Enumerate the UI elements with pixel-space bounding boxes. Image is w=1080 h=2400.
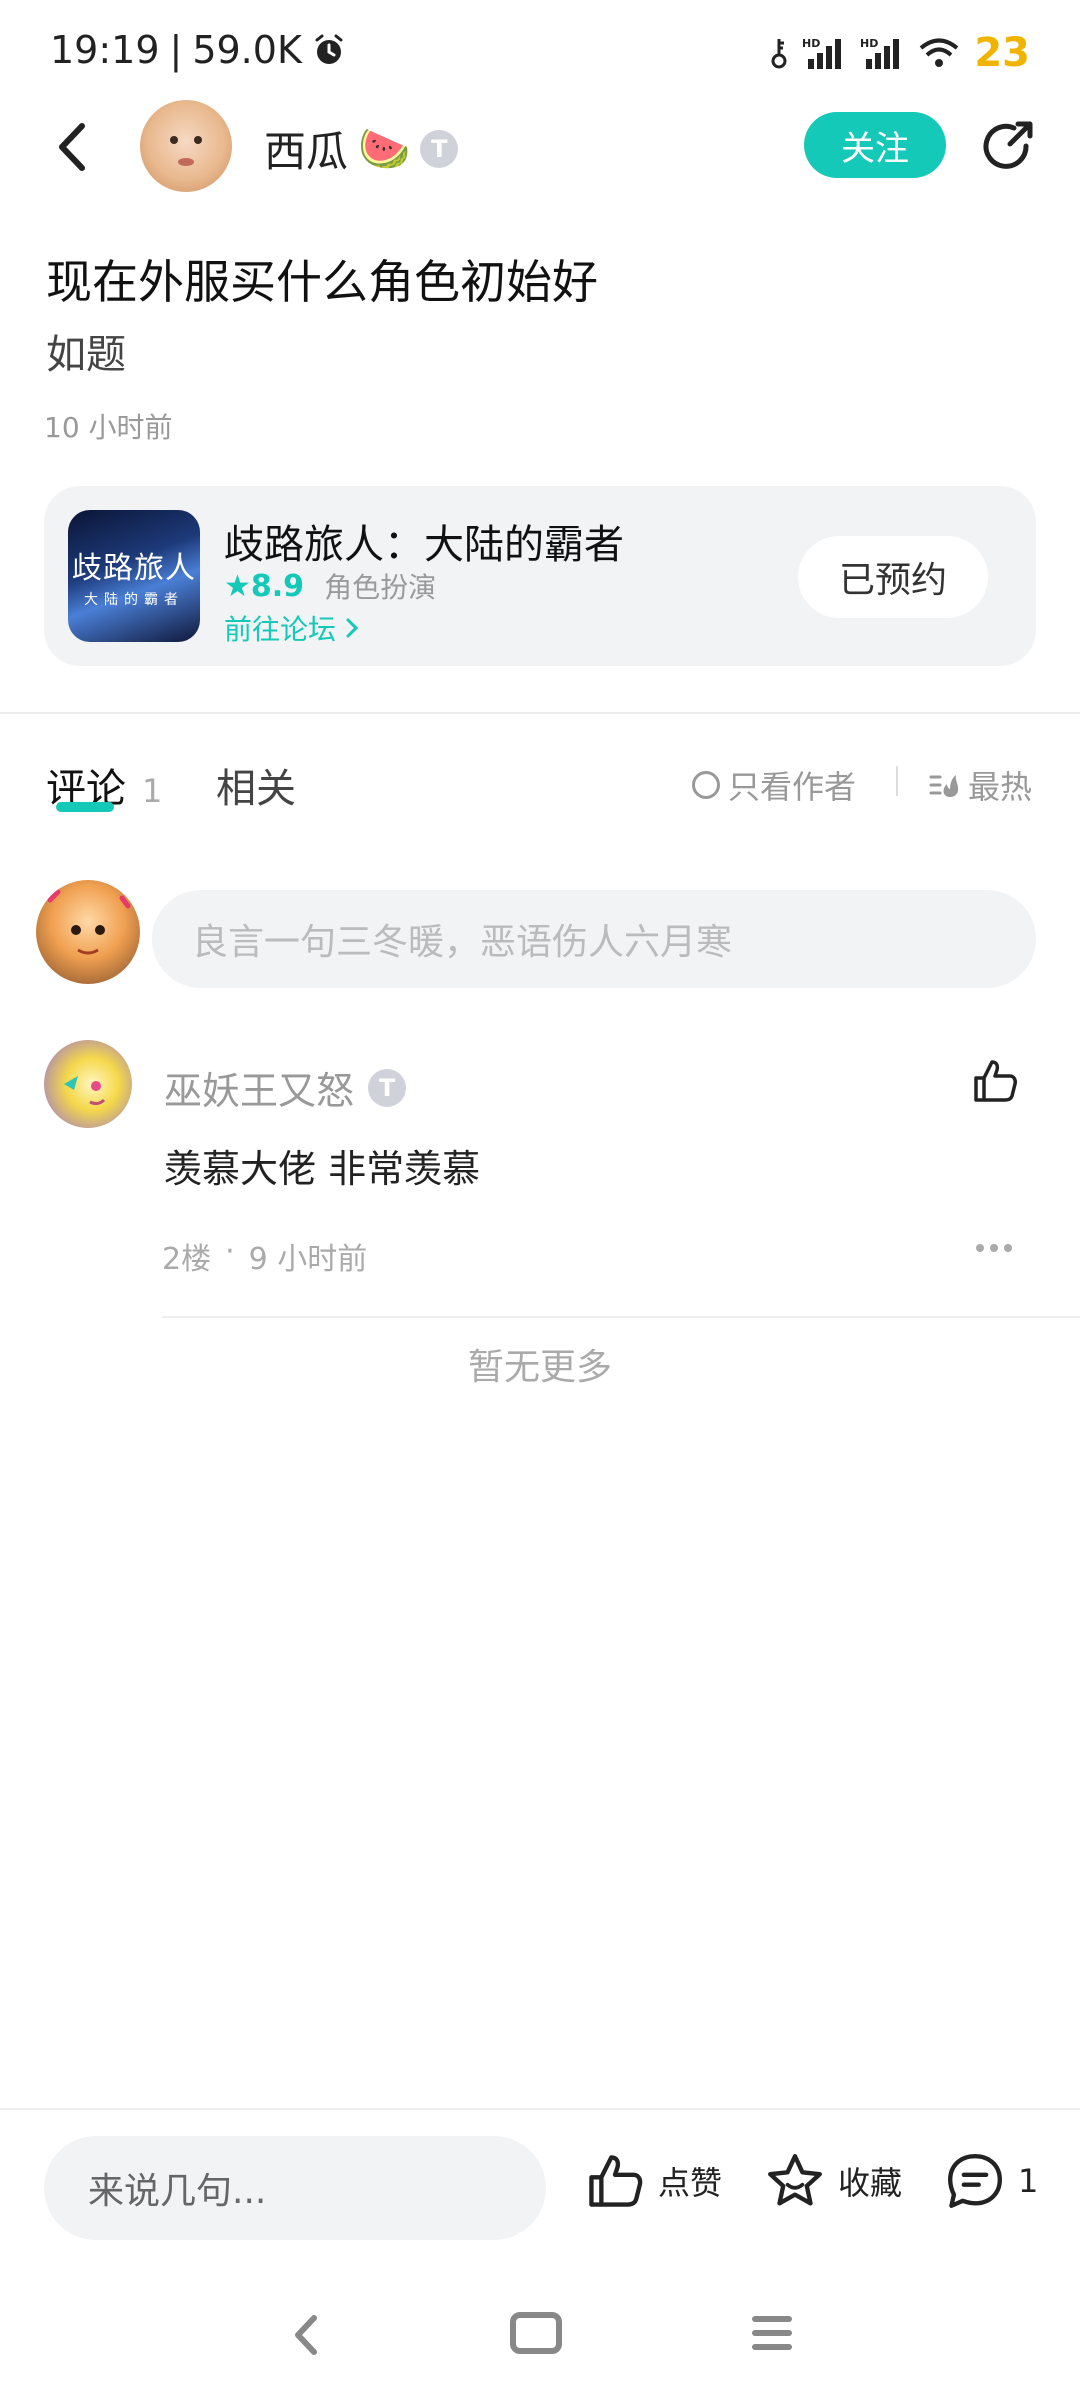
game-rating: ★8.9 — [224, 568, 305, 604]
thumbs-up-icon — [589, 2155, 643, 2207]
comments-button[interactable]: 1 — [944, 2150, 1038, 2212]
sort-hot-label[interactable]: 最热 — [968, 762, 1032, 808]
more-options-icon[interactable] — [976, 1244, 1016, 1254]
post-title: 现在外服买什么角色初始好 — [46, 255, 598, 309]
comment-divider — [162, 1316, 1080, 1318]
reserve-button[interactable]: 已预约 — [798, 536, 988, 618]
post-body: 如题 — [46, 332, 126, 378]
forum-link[interactable]: 前往论坛 — [224, 608, 360, 648]
star-icon: ★ — [224, 568, 251, 604]
commenter-avatar[interactable] — [44, 1040, 132, 1128]
say-input[interactable]: 来说几句... — [44, 2136, 546, 2240]
radio-circle-icon[interactable] — [692, 771, 720, 799]
comment-floor: 2楼 — [162, 1242, 212, 1277]
chevron-right-icon — [346, 618, 359, 638]
status-time: 19:19 — [50, 28, 160, 72]
commenter-level-badge: T — [368, 1068, 407, 1107]
favorite-button[interactable]: 收藏 — [764, 2150, 902, 2212]
status-bar-left: 19:19 | 59.0K — [50, 28, 346, 72]
game-icon[interactable]: 歧路旅人 大陆的霸者 — [68, 510, 200, 642]
game-name[interactable]: 歧路旅人：大陆的霸者 — [224, 512, 624, 570]
like-button[interactable]: 点赞 — [584, 2150, 722, 2212]
status-bar-right: HD HD 23 — [770, 30, 1030, 76]
nav-back-icon[interactable] — [286, 2310, 326, 2360]
svg-text:HD: HD — [860, 37, 878, 50]
author-only-label[interactable]: 只看作者 — [728, 762, 856, 808]
no-more-text: 暂无更多 — [467, 1347, 612, 1388]
post-time: 10 小时前 — [44, 411, 173, 444]
meta-dot: · — [225, 1234, 235, 1269]
wifi-icon — [920, 38, 959, 67]
battery-level: 23 — [974, 30, 1030, 76]
comment-bubble-icon — [948, 2154, 1002, 2208]
bottom-divider — [0, 2108, 1080, 2110]
tab-comments-count: 1 — [142, 772, 163, 810]
sort-fire-icon — [929, 775, 959, 797]
svg-text:HD: HD — [802, 37, 820, 50]
alarm-icon — [315, 34, 343, 64]
status-separator: | — [169, 28, 183, 72]
comment-time: 9 小时前 — [248, 1242, 368, 1277]
commenter-name[interactable]: 巫妖王又怒 — [164, 1060, 354, 1115]
share-icon[interactable] — [978, 116, 1038, 176]
game-genre: 角色扮演 — [324, 571, 437, 604]
favorite-label[interactable]: 收藏 — [838, 2158, 902, 2204]
forum-link-label[interactable]: 前往论坛 — [224, 608, 336, 648]
star-outline-icon — [768, 2154, 822, 2206]
back-arrow-icon[interactable] — [48, 112, 98, 182]
tab-related[interactable]: 相关 — [216, 756, 296, 814]
sort-separator — [896, 766, 898, 796]
network-speed: 59.0K — [192, 28, 302, 72]
key-icon — [771, 39, 787, 69]
game-icon-title: 歧路旅人 — [72, 551, 196, 586]
my-avatar — [36, 880, 140, 984]
signal-hd-icon: HD — [802, 37, 842, 69]
nav-home-icon[interactable] — [510, 2312, 562, 2354]
active-tab-indicator — [56, 802, 114, 812]
author-name[interactable]: 西瓜 — [264, 118, 348, 179]
comment-input[interactable]: 良言一句三冬暖，恶语伤人六月寒 — [152, 890, 1036, 988]
comment-meta: 2楼 · 9 小时前 — [162, 1234, 367, 1278]
game-icon-subtitle: 大陆的霸者 — [84, 592, 184, 608]
like-label[interactable]: 点赞 — [658, 2158, 722, 2204]
game-meta: ★8.9 角色扮演 — [224, 566, 436, 606]
user-level-badge: T — [420, 129, 459, 168]
sort-hot-button[interactable]: 最热 — [928, 762, 1032, 808]
commenter-name-row[interactable]: 巫妖王又怒 T — [164, 1060, 407, 1115]
author-only-toggle[interactable]: 只看作者 — [692, 762, 856, 808]
section-divider — [0, 712, 1080, 714]
signal-hd-icon: HD — [860, 37, 900, 69]
author-name-row[interactable]: 西瓜 🍉 T — [264, 118, 459, 179]
nav-menu-icon[interactable] — [752, 2316, 792, 2350]
author-avatar[interactable] — [140, 100, 232, 192]
follow-button[interactable]: 关注 — [804, 112, 946, 178]
thumbs-up-icon[interactable] — [970, 1056, 1020, 1106]
watermelon-emoji: 🍉 — [358, 123, 411, 173]
comment-text: 羡慕大佬 非常羡慕 — [164, 1147, 481, 1191]
comment-count[interactable]: 1 — [1018, 2162, 1038, 2200]
